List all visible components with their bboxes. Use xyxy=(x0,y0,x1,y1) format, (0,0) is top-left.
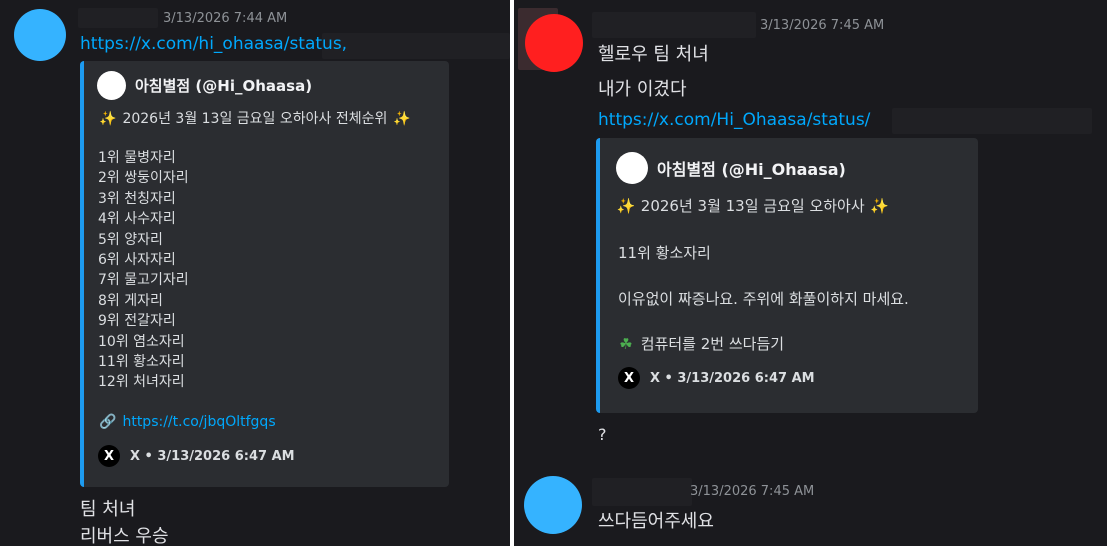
user-avatar[interactable] xyxy=(14,9,66,61)
link-chain-icon: 🔗 xyxy=(99,414,117,430)
redacted-username xyxy=(78,8,158,28)
ranking-item: 2위 쌍둥이자리 xyxy=(98,170,189,187)
message-line: 리버스 우승 xyxy=(80,526,169,546)
message-line: 내가 이겼다 xyxy=(598,79,687,100)
clover-icon: ☘ xyxy=(619,335,633,353)
author-avatar[interactable] xyxy=(97,71,126,100)
short-link[interactable]: https://t.co/jbqOltfgqs xyxy=(122,414,275,430)
author-name[interactable]: 아침별점 (@Hi_Ohaasa) xyxy=(135,75,312,96)
ranking-item: 6위 사자자리 xyxy=(98,252,176,269)
tweet-embed: 아침별점 (@Hi_Ohaasa) ✨ 2026년 3월 13일 금요일 오하아… xyxy=(596,138,978,413)
lucky-line: ☘ 컴퓨터를 2번 쓰다듬기 xyxy=(616,333,784,354)
embed-author[interactable]: 아침별점 (@Hi_Ohaasa) xyxy=(97,71,312,100)
sparkles-icon: ✨ xyxy=(870,197,889,215)
chat-panel-left: 3/13/2026 7:44 AM https://x.com/hi_ohaas… xyxy=(0,0,510,546)
ranking-item: 3위 천칭자리 xyxy=(98,190,176,207)
user-avatar[interactable] xyxy=(524,476,582,534)
x-logo-icon: X xyxy=(98,445,120,467)
footer-text: X • 3/13/2026 6:47 AM xyxy=(650,370,815,386)
ranking-item: 4위 사수자리 xyxy=(98,211,176,228)
user-avatar[interactable] xyxy=(525,14,583,72)
status-link[interactable]: https://x.com/hi_ohaasa/status, xyxy=(80,34,347,54)
author-name[interactable]: 아침별점 (@Hi_Ohaasa) xyxy=(657,156,846,180)
embed-footer: X X • 3/13/2026 6:47 AM xyxy=(618,367,815,389)
headline-text: 2026년 3월 13일 금요일 오하아사 전체순위 xyxy=(122,111,388,127)
message-timestamp: 3/13/2026 7:45 AM xyxy=(690,484,815,499)
message-line: 팀 처녀 xyxy=(80,499,136,520)
redacted-username xyxy=(592,478,692,506)
author-avatar[interactable] xyxy=(616,152,648,184)
message-line: 헬로우 팀 처녀 xyxy=(598,44,709,65)
x-logo-icon: X xyxy=(618,367,640,389)
redacted-link-tail xyxy=(892,108,1092,134)
sparkles-icon: ✨ xyxy=(99,111,117,127)
redacted-username xyxy=(592,12,756,38)
tweet-embed: 아침별점 (@Hi_Ohaasa) ✨ 2026년 3월 13일 금요일 오하아… xyxy=(80,61,449,487)
ranking-item: 9위 전갈자리 xyxy=(98,313,176,330)
headline-text: 2026년 3월 13일 금요일 오하아사 xyxy=(640,197,865,215)
message-line: ? xyxy=(598,425,607,444)
ranking-item: 1위 물병자리 xyxy=(98,150,176,166)
chat-panel-right: 3/13/2026 7:45 AM 헬로우 팀 처녀 내가 이겼다 https:… xyxy=(514,0,1107,546)
sparkles-icon: ✨ xyxy=(616,197,636,215)
ranking-item: 8위 게자리 xyxy=(98,292,163,309)
embed-footer: X X • 3/13/2026 6:47 AM xyxy=(98,445,295,467)
ranking-list: 1위 물병자리 2위 쌍둥이자리 3위 천칭자리 4위 사수자리 5위 양자리 … xyxy=(98,148,189,393)
footer-text: X • 3/13/2026 6:47 AM xyxy=(130,448,295,464)
fortune-line: 이유없이 짜증나요. 주위에 화풀이하지 마세요. xyxy=(618,290,909,308)
redacted-link-tail xyxy=(322,33,510,59)
message-timestamp: 3/13/2026 7:44 AM xyxy=(163,11,288,26)
ranking-item: 7위 물고기자리 xyxy=(98,272,189,289)
message-line: 쓰다듬어주세요 xyxy=(598,511,714,532)
sparkles-icon: ✨ xyxy=(393,111,411,127)
message-timestamp: 3/13/2026 7:45 AM xyxy=(760,18,885,33)
lucky-text: 컴퓨터를 2번 쓰다듬기 xyxy=(640,335,785,353)
ranking-item: 12위 처녀자리 xyxy=(98,374,185,391)
embed-headline: ✨ 2026년 3월 13일 금요일 오하아사 전체순위 ✨ xyxy=(98,108,412,128)
short-link-row: 🔗 https://t.co/jbqOltfgqs xyxy=(98,414,275,430)
rank-line: 11위 황소자리 xyxy=(618,244,711,262)
status-link[interactable]: https://x.com/Hi_Ohaasa/status/ xyxy=(598,110,870,130)
ranking-item: 5위 양자리 xyxy=(98,231,163,248)
embed-headline: ✨ 2026년 3월 13일 금요일 오하아사 ✨ xyxy=(616,195,889,216)
ranking-item: 10위 염소자리 xyxy=(98,333,185,350)
ranking-item: 11위 황소자리 xyxy=(98,354,185,371)
embed-author[interactable]: 아침별점 (@Hi_Ohaasa) xyxy=(616,152,846,184)
